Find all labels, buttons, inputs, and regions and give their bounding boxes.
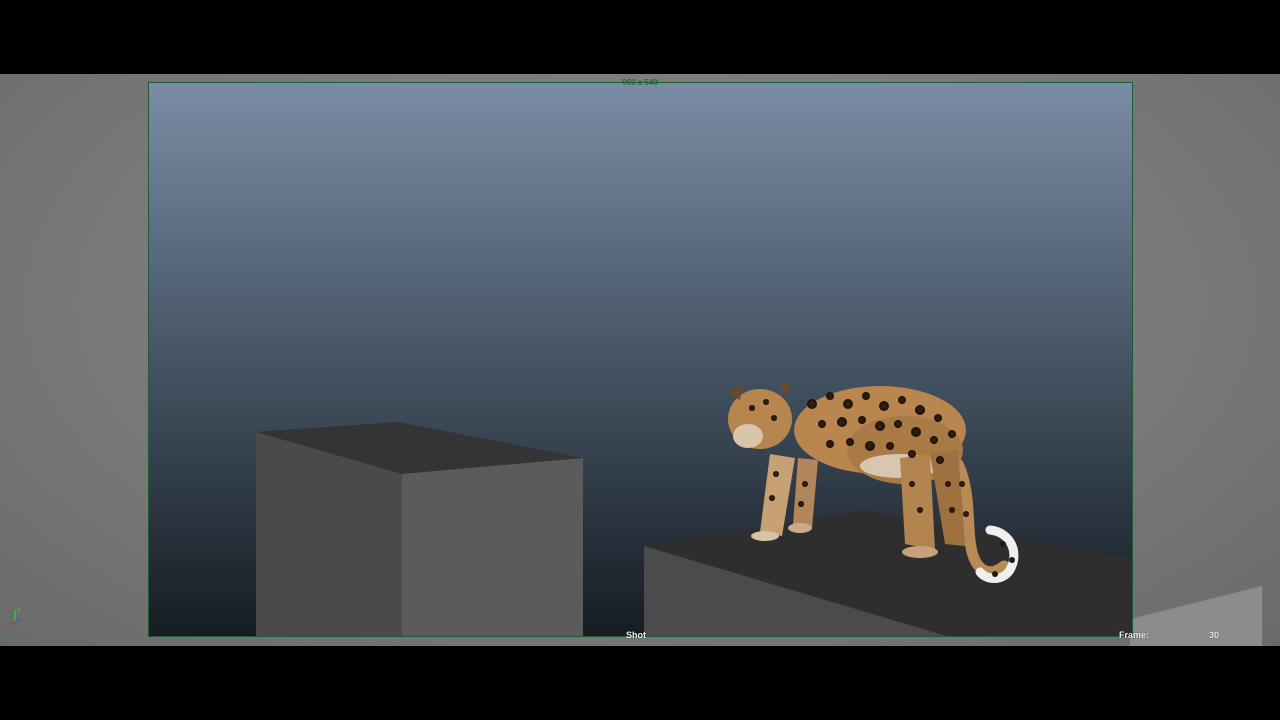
hud-frame-label: Frame:	[1119, 630, 1150, 640]
axis-y-label: y	[17, 607, 21, 614]
axis-gizmo-icon: y	[9, 607, 21, 625]
resolution-gate	[148, 82, 1133, 637]
ground-plane	[1130, 586, 1262, 646]
hud-shot-label: Shot	[626, 630, 646, 640]
resolution-gate-label: 960 x 540	[622, 78, 658, 87]
maya-viewport[interactable]: 960 x 540 Shot Frame: 30 y	[0, 74, 1280, 646]
hud-frame-value: 30	[1209, 630, 1220, 640]
